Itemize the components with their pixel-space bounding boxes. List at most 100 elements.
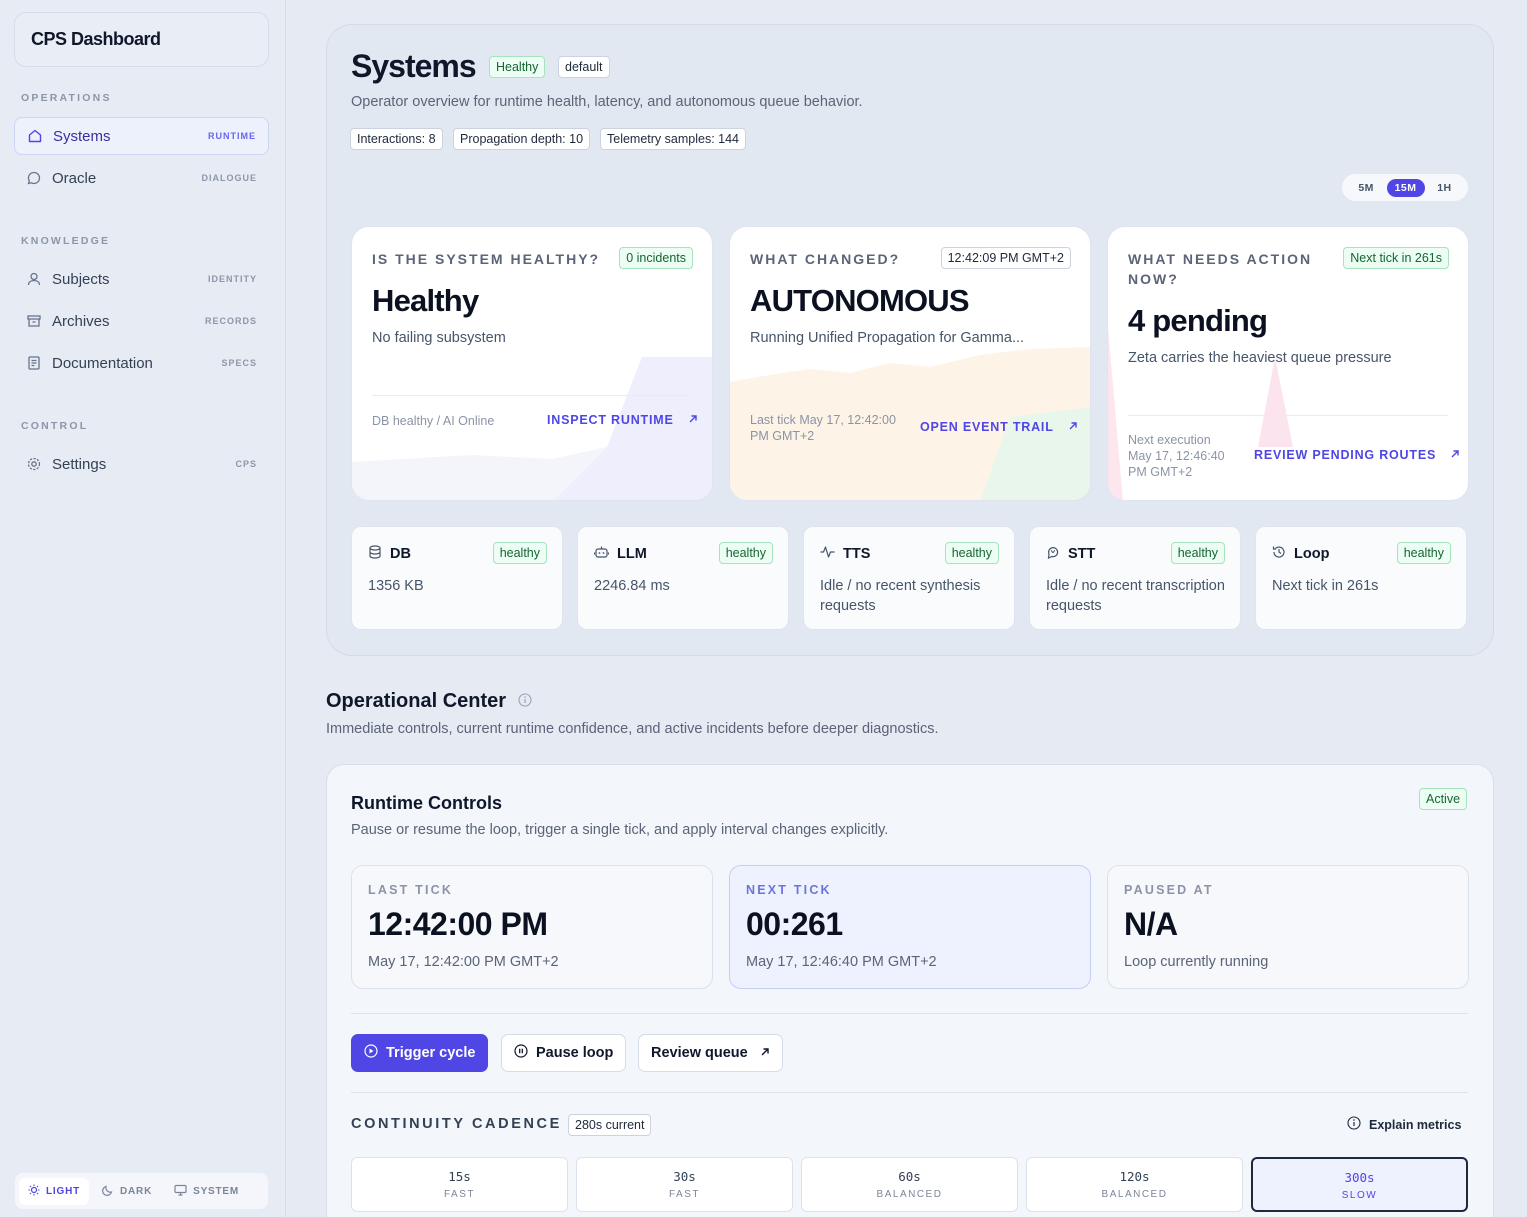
page-title: Systems [351, 48, 477, 84]
cadence-title: CONTINUITY CADENCE [351, 1116, 562, 1132]
theme-light-button[interactable]: LIGHT [19, 1177, 89, 1205]
subsystem-tts[interactable]: TTS healthy Idle / no recent synthesis r… [803, 526, 1015, 630]
status-badge: healthy [944, 542, 999, 564]
question-line: WHAT NEEDS ACTION [1128, 251, 1313, 267]
info-icon [1347, 1116, 1361, 1133]
subsystem-label: STT [1068, 546, 1096, 562]
review-queue-button[interactable]: Review queue [638, 1034, 783, 1072]
next-tick-card: NEXT TICK 00:261 May 17, 12:46:40 PM GMT… [729, 865, 1091, 989]
sidebar-item-label: Subjects [52, 270, 110, 288]
cadence-value: 120s [1119, 1169, 1150, 1184]
status-badge: healthy [1170, 542, 1225, 564]
sidebar-item-label: Settings [52, 455, 107, 473]
cadence-option-120s[interactable]: 120s BALANCED [1026, 1157, 1243, 1212]
sidebar-item-label: Archives [52, 312, 110, 330]
tick-subtext: May 17, 12:42:00 PM GMT+2 [368, 954, 559, 970]
theme-switch: LIGHT DARK SYSTEM [15, 1173, 268, 1209]
theme-system-button[interactable]: SYSTEM [165, 1178, 248, 1205]
cadence-label: FAST [443, 1189, 475, 1200]
footnote-line: PM GMT+2 [750, 429, 815, 443]
runtime-controls-title: Runtime Controls [351, 793, 502, 813]
status-badge: healthy [1396, 542, 1451, 564]
button-label: Trigger cycle [386, 1045, 476, 1061]
footnote-line: PM GMT+2 [1128, 465, 1193, 479]
question-line: NOW? [1128, 271, 1179, 287]
range-5m[interactable]: 5M [1350, 179, 1382, 197]
open-event-trail-link[interactable]: OPEN EVENT TRAIL [920, 420, 1078, 434]
subsystem-loop[interactable]: Loop healthy Next tick in 261s [1255, 526, 1467, 630]
subsystem-label: DB [390, 546, 411, 562]
card-description: Zeta carries the heaviest queue pressure [1128, 350, 1392, 366]
tick-subtext: Loop currently running [1124, 954, 1269, 970]
tick-value: N/A [1124, 906, 1178, 942]
button-label: Pause loop [536, 1045, 614, 1061]
subsystem-value: Idle / no recent synthesis requests [820, 578, 981, 614]
sidebar-item-archives[interactable]: Archives RECORDS [14, 302, 269, 340]
button-label: Review queue [651, 1045, 748, 1061]
explain-metrics-button[interactable]: Explain metrics [1347, 1116, 1461, 1133]
theme-dark-button[interactable]: DARK [93, 1178, 161, 1205]
database-icon [368, 545, 382, 563]
play-circle-icon [364, 1044, 378, 1062]
sidebar-item-tag: SPECS [221, 358, 257, 368]
inspect-runtime-link[interactable]: INSPECT RUNTIME [547, 413, 698, 427]
subsystem-name: LLM [593, 545, 647, 563]
cadence-label: FAST [668, 1189, 700, 1200]
cadence-option-300s[interactable]: 300s SLOW [1251, 1157, 1468, 1212]
user-icon [26, 271, 42, 287]
stat-interactions: Interactions: 8 [350, 128, 443, 150]
arrow-up-right-icon [688, 413, 698, 427]
status-badge: healthy [492, 542, 547, 564]
cadence-label: BALANCED [1101, 1189, 1168, 1200]
cadence-option-60s[interactable]: 60s BALANCED [801, 1157, 1018, 1212]
footnote-line: Last tick May 17, 12:42:00 [750, 413, 896, 427]
tick-label: LAST TICK [368, 883, 454, 897]
sidebar-item-settings[interactable]: Settings CPS [14, 445, 269, 483]
changes-card: WHAT CHANGED? 12:42:09 PM GMT+2 AUTONOMO… [729, 226, 1091, 501]
status-badge: Healthy [489, 56, 546, 78]
subsystem-stt[interactable]: STT healthy Idle / no recent transcripti… [1029, 526, 1241, 630]
explain-label: Explain metrics [1369, 1117, 1462, 1132]
info-icon[interactable] [518, 690, 532, 713]
divider [351, 1092, 1468, 1093]
nav-group-knowledge: KNOWLEDGE [21, 235, 111, 247]
document-icon [26, 355, 42, 371]
subsystem-db[interactable]: DB healthy 1356 KB [351, 526, 563, 630]
card-footnote: Next execution May 17, 12:46:40 PM GMT+2 [1128, 432, 1225, 480]
action-card: WHAT NEEDS ACTION NOW? Next tick in 261s… [1107, 226, 1469, 501]
range-15m[interactable]: 15M [1386, 178, 1425, 197]
runtime-controls-subtitle: Pause or resume the loop, trigger a sing… [351, 822, 889, 838]
divider [351, 1013, 1468, 1014]
status-badge: healthy [718, 542, 773, 564]
subsystem-value: 2246.84 ms [594, 578, 670, 594]
activity-icon [820, 545, 835, 563]
arrow-up-right-icon [1450, 448, 1460, 462]
archive-icon [26, 313, 42, 329]
sidebar-item-tag: IDENTITY [207, 274, 257, 284]
sidebar-item-oracle[interactable]: Oracle DIALOGUE [14, 159, 269, 197]
sidebar-item-tag: DIALOGUE [201, 173, 257, 183]
pause-circle-icon [514, 1044, 528, 1062]
paused-at-card: PAUSED AT N/A Loop currently running [1107, 865, 1469, 989]
link-label: REVIEW PENDING ROUTES [1254, 448, 1437, 462]
theme-dark-label: DARK [120, 1185, 153, 1197]
subsystem-label: LLM [617, 546, 647, 562]
subsystem-value: Next tick in 261s [1272, 578, 1379, 594]
sidebar-item-systems[interactable]: Systems RUNTIME [14, 117, 269, 155]
cadence-option-30s[interactable]: 30s FAST [576, 1157, 793, 1212]
operational-center-title: Operational Center [326, 690, 507, 712]
trigger-cycle-button[interactable]: Trigger cycle [351, 1034, 489, 1072]
card-value: AUTONOMOUS [750, 283, 970, 318]
pause-loop-button[interactable]: Pause loop [501, 1034, 627, 1072]
moon-icon [102, 1184, 114, 1199]
cadence-option-15s[interactable]: 15s FAST [351, 1157, 568, 1212]
sidebar-item-tag: RECORDS [204, 316, 257, 326]
sidebar-item-documentation[interactable]: Documentation SPECS [14, 344, 269, 382]
sidebar-item-subjects[interactable]: Subjects IDENTITY [14, 260, 269, 298]
subsystem-llm[interactable]: LLM healthy 2246.84 ms [577, 526, 789, 630]
stat-propagation-depth: Propagation depth: 10 [453, 128, 591, 150]
range-1h[interactable]: 1H [1429, 179, 1459, 197]
review-pending-routes-link[interactable]: REVIEW PENDING ROUTES [1254, 448, 1460, 462]
sun-icon [28, 1184, 40, 1199]
chat-bubble-icon [26, 170, 42, 186]
